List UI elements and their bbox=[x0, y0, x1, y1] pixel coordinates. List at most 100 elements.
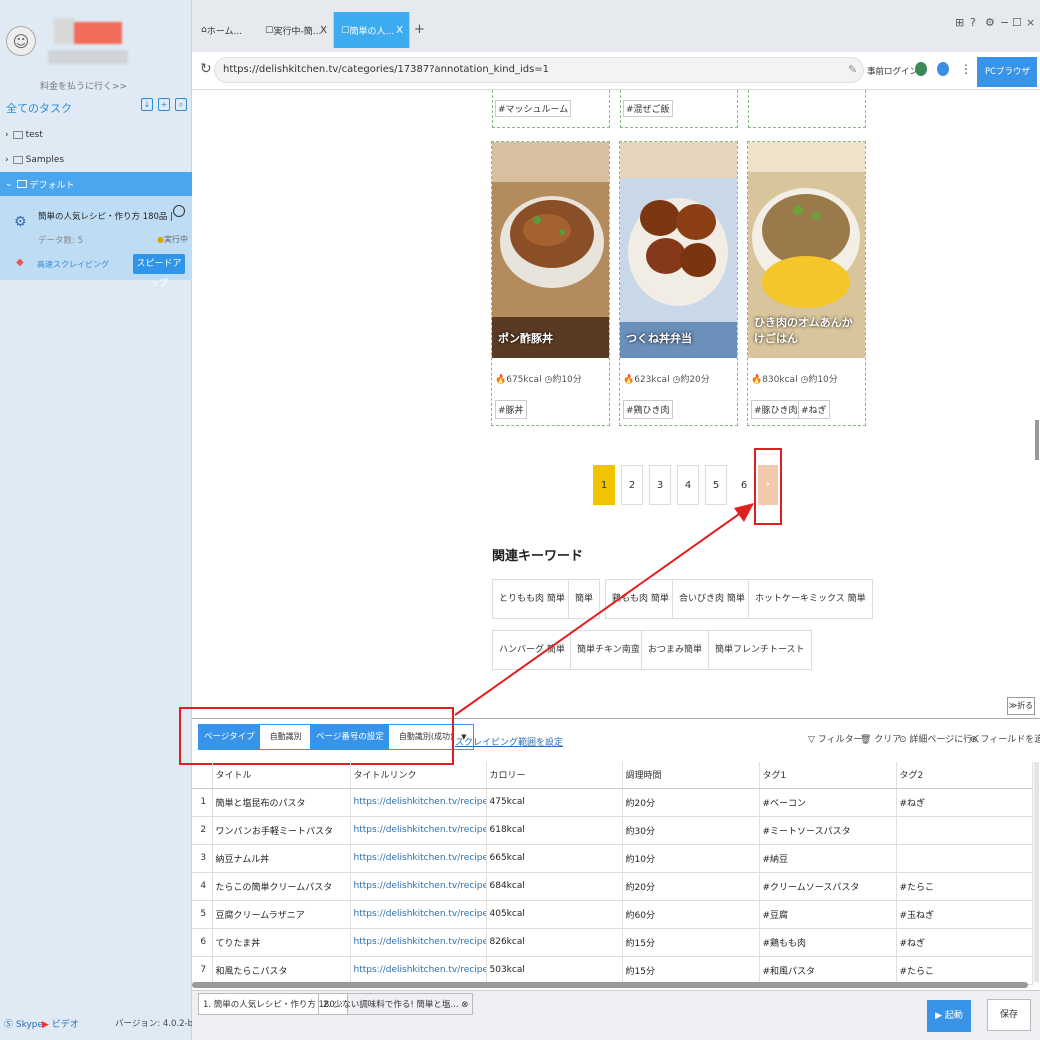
table-cell-title[interactable]: たらこの簡単クリームパスタ bbox=[212, 872, 351, 901]
skype-link[interactable]: Ⓢ Skype bbox=[4, 1017, 43, 1030]
gift-icon[interactable]: ⊞ bbox=[955, 16, 964, 29]
page-6-button[interactable]: 6 bbox=[733, 465, 755, 505]
close-tab-icon[interactable]: X bbox=[396, 25, 403, 36]
recipe-tag[interactable]: #鶏ひき肉 bbox=[623, 400, 673, 419]
reload-icon[interactable]: ↻ bbox=[200, 61, 212, 77]
table-cell-kcal[interactable]: 405kcal bbox=[486, 900, 623, 929]
help-icon[interactable]: ? bbox=[970, 16, 976, 29]
table-cell-title[interactable]: 簡単と塩昆布のパスタ bbox=[212, 788, 351, 817]
filter-button[interactable]: ▽ フィルター bbox=[808, 732, 863, 745]
table-cell-kcal[interactable]: 665kcal bbox=[486, 844, 623, 873]
avatar[interactable]: ☺ bbox=[6, 26, 36, 56]
column-header[interactable]: 調理時間 bbox=[622, 762, 760, 789]
url-input[interactable]: https://delishkitchen.tv/categories/1738… bbox=[214, 57, 864, 83]
table-cell-idx[interactable]: 1 bbox=[192, 788, 213, 817]
table-cell-tag1[interactable]: #豆腐 bbox=[759, 900, 897, 929]
table-row[interactable]: 3納豆ナムル丼https://delishkitchen.tv/recipes/… bbox=[192, 844, 1033, 873]
table-cell-kcal[interactable]: 503kcal bbox=[486, 956, 623, 985]
more-menu-icon[interactable]: ⋮ bbox=[960, 62, 972, 76]
recipe-tag[interactable]: #マッシュルーム bbox=[495, 100, 572, 117]
recipe-tag[interactable]: #ねぎ bbox=[798, 400, 830, 419]
table-cell-link[interactable]: https://delishkitchen.tv/recipes/2083122… bbox=[350, 788, 487, 817]
column-header[interactable]: タグ2 bbox=[896, 762, 1033, 789]
keyword-item[interactable]: 簡単フレンチトースト bbox=[708, 630, 812, 670]
page-scrollbar[interactable] bbox=[1035, 420, 1039, 460]
table-cell-time[interactable]: 約30分 bbox=[622, 816, 760, 845]
keyword-item[interactable]: おつまみ簡単 bbox=[641, 630, 710, 670]
table-cell-idx[interactable]: 3 bbox=[192, 844, 213, 873]
table-cell-time[interactable]: 約15分 bbox=[622, 956, 760, 985]
table-cell-title[interactable]: 納豆ナムル丼 bbox=[212, 844, 351, 873]
table-cell-title[interactable]: 豆腐クリームラザニア bbox=[212, 900, 351, 929]
table-cell-time[interactable]: 約15分 bbox=[622, 928, 760, 957]
recipe-tag[interactable]: #豚丼 bbox=[495, 400, 527, 419]
table-cell-tag2[interactable]: #たらこ bbox=[896, 956, 1033, 985]
page-1-button[interactable]: 1 bbox=[593, 465, 615, 505]
keyword-item[interactable]: 鶏もも肉 簡単 bbox=[605, 579, 676, 619]
table-cell-tag2[interactable]: #ねぎ bbox=[896, 928, 1033, 957]
table-cell-kcal[interactable]: 618kcal bbox=[486, 816, 623, 845]
search-task-icon[interactable]: ⌕ bbox=[175, 98, 187, 111]
table-cell-tag2[interactable]: #たらこ bbox=[896, 872, 1033, 901]
new-tab-button[interactable]: + bbox=[414, 22, 425, 37]
column-header[interactable]: タイトル bbox=[212, 762, 351, 789]
table-row[interactable]: 2 ワンパンお手軽ミートパスタ https://delishkitchen.tv/r… bbox=[192, 816, 1033, 845]
pre-login-button[interactable]: 事前ログイン bbox=[867, 65, 918, 77]
recipe-tag[interactable]: #豚ひき肉 bbox=[751, 400, 801, 419]
table-cell-time[interactable]: 約20分 bbox=[622, 788, 760, 817]
keyword-item[interactable]: ホットケーキミックス 簡単 bbox=[748, 579, 873, 619]
column-header[interactable]: タグ1 bbox=[759, 762, 897, 789]
column-header[interactable]: タイトルリンク bbox=[350, 762, 487, 789]
folder-default[interactable]: ⌄ デフォルト bbox=[0, 172, 192, 196]
table-cell-link[interactable]: https://delishkitchen.tv/recipes/2076322… bbox=[350, 900, 487, 929]
table-cell-kcal[interactable]: 684kcal bbox=[486, 872, 623, 901]
table-cell-idx[interactable]: 4 bbox=[192, 872, 213, 901]
table-cell-tag1[interactable]: #ミートソースパスタ bbox=[759, 816, 897, 845]
recipe-card[interactable]: ひき肉のオムあんかけごはん 🔥830kcal ◷約10分 #豚ひき肉 #ねぎ bbox=[747, 141, 866, 426]
table-cell-kcal[interactable]: 475kcal bbox=[486, 788, 623, 817]
task-title[interactable]: 簡単の人気レシピ・作り方 180品 | DELISH... bbox=[38, 210, 172, 222]
table-cell-title[interactable]: 和風たらこパスタ bbox=[212, 956, 351, 985]
close-window-icon[interactable]: × bbox=[1026, 16, 1035, 29]
clear-button[interactable]: 🗑 クリア bbox=[860, 732, 901, 745]
table-row[interactable]: 5 豆腐クリームラザニア https://delishkitchen.tv/reci… bbox=[192, 900, 1033, 929]
task-tab-2[interactable]: 2. 少ない調味料で作る! 簡単と塩... ⊗ bbox=[318, 993, 474, 1015]
table-cell-idx[interactable]: 7 bbox=[192, 956, 213, 985]
table-cell-link[interactable]: https://delishkitchen.tv/recipes/2012437… bbox=[350, 956, 487, 985]
page-3-button[interactable]: 3 bbox=[649, 465, 671, 505]
stop-task-icon[interactable] bbox=[173, 205, 185, 217]
tab-running[interactable]: ▢ 実行中-簡... X bbox=[258, 12, 334, 48]
close-tab-icon[interactable]: ⊗ bbox=[461, 1000, 468, 1010]
table-cell-tag1[interactable]: #和風パスタ bbox=[759, 956, 897, 985]
horizontal-scrollbar[interactable] bbox=[192, 982, 1028, 988]
table-cell-link[interactable]: https://delishkitchen.tv/recipes/2083461… bbox=[350, 872, 487, 901]
table-cell-tag2[interactable]: #ねぎ bbox=[896, 788, 1033, 817]
recipe-card[interactable]: つくね丼弁当 🔥623kcal ◷約20分 #鶏ひき肉 bbox=[619, 141, 738, 426]
recipe-card[interactable]: ポン酢豚丼 🔥675kcal ◷約10分 #豚丼 bbox=[491, 141, 610, 426]
minimize-icon[interactable]: − bbox=[1000, 16, 1009, 29]
table-cell-idx[interactable]: 2 bbox=[192, 816, 213, 845]
fast-scraping-link[interactable]: 高速スクレイピング bbox=[37, 259, 109, 270]
table-cell-tag1[interactable]: #クリームソースパスタ bbox=[759, 872, 897, 901]
table-cell-tag1[interactable]: #納豆 bbox=[759, 844, 897, 873]
keyword-item[interactable]: とりもも肉 簡単 bbox=[492, 579, 572, 619]
table-row[interactable]: 6てりたま丼https://delishkitchen.tv/recipes/1… bbox=[192, 928, 1033, 957]
table-cell-title[interactable]: てりたま丼 bbox=[212, 928, 351, 957]
keyword-item[interactable]: 簡単チキン南蛮 bbox=[570, 630, 647, 670]
pc-browser-select[interactable]: PCブラウザ ▾ bbox=[977, 57, 1037, 107]
keyword-item[interactable]: ハンバーグ 簡単 bbox=[492, 630, 572, 670]
edit-url-icon[interactable]: ✎ bbox=[848, 63, 857, 76]
table-cell-idx[interactable]: 5 bbox=[192, 900, 213, 929]
column-header[interactable]: カロリー bbox=[486, 762, 623, 789]
table-cell-time[interactable]: 約10分 bbox=[622, 844, 760, 873]
keyword-item[interactable]: 簡単 bbox=[568, 579, 601, 619]
table-cell-tag2[interactable] bbox=[896, 816, 1033, 845]
table-row[interactable]: 4 たらこの簡単クリームパスタ https://delishkitchen.tv/r… bbox=[192, 872, 1033, 901]
collapse-button[interactable]: ≫折る bbox=[1007, 697, 1035, 715]
table-cell-title[interactable]: ワンパンお手軽ミートパスタ bbox=[212, 816, 351, 845]
save-button[interactable]: 保存 bbox=[987, 999, 1031, 1031]
import-icon[interactable]: ↓ bbox=[141, 98, 153, 111]
table-cell-tag1[interactable]: #ベーコン bbox=[759, 788, 897, 817]
folder-test[interactable]: › test bbox=[0, 123, 192, 147]
folder-samples[interactable]: › Samples bbox=[0, 148, 192, 172]
